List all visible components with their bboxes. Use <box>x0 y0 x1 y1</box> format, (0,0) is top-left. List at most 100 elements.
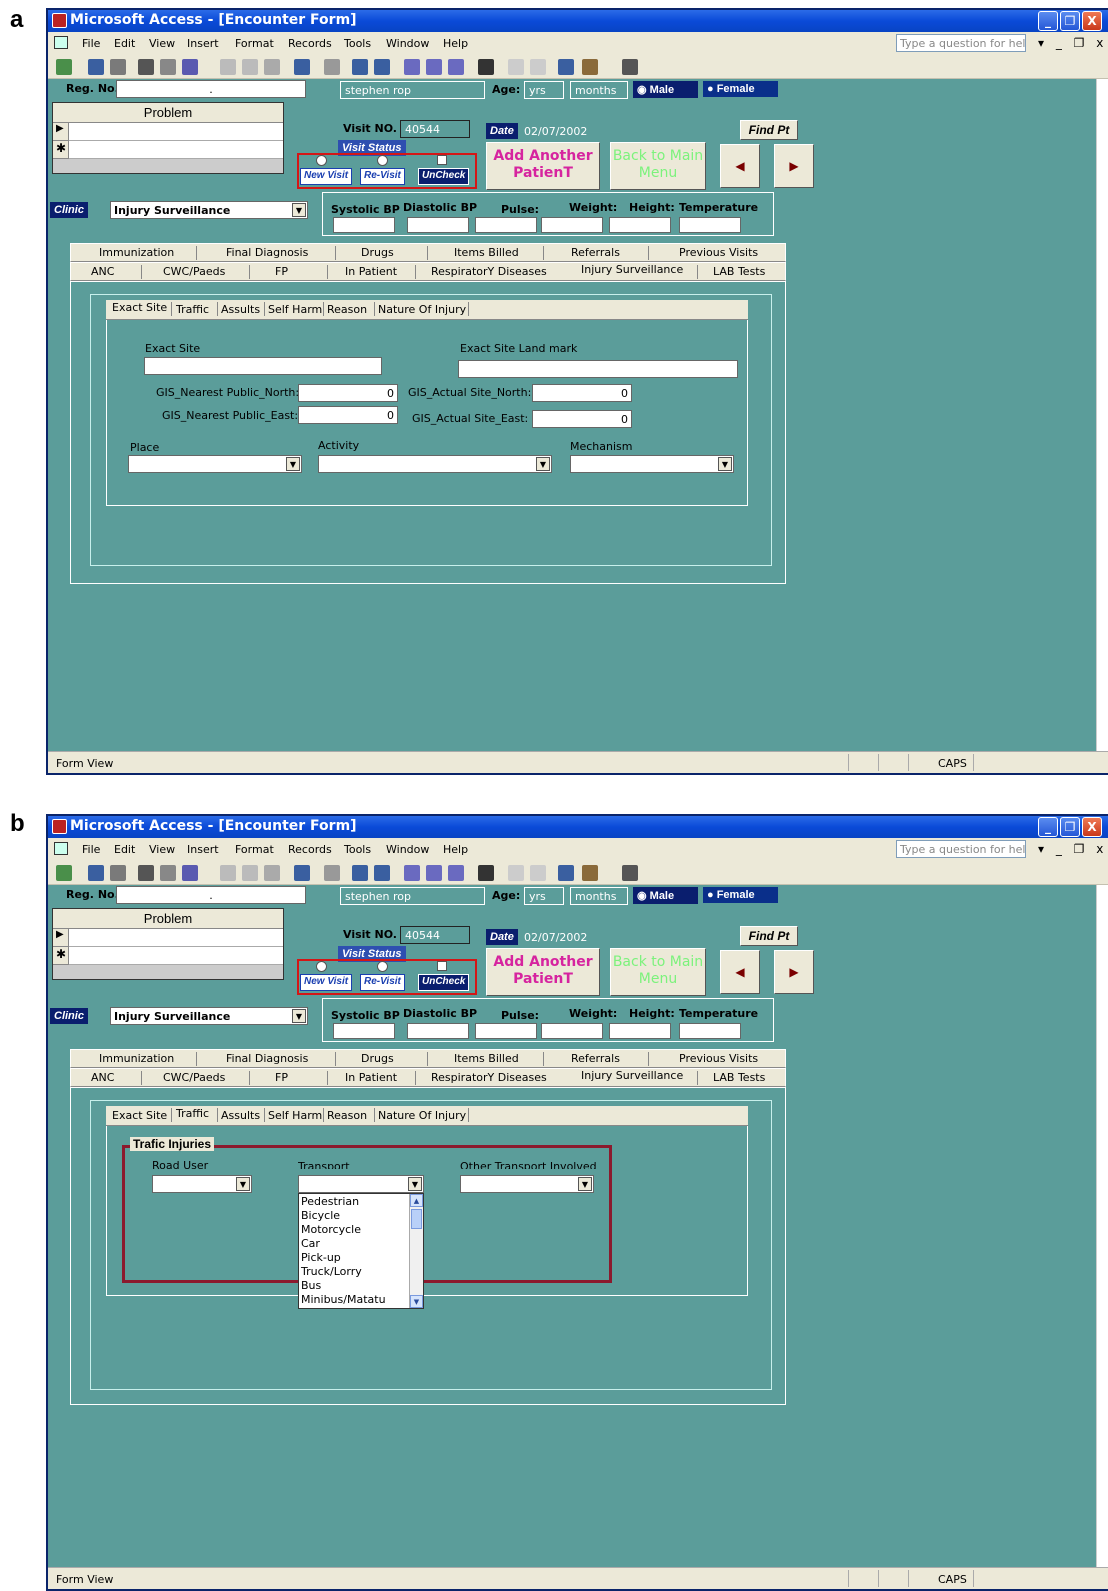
search-icon[interactable] <box>110 865 126 881</box>
scroll-thumb[interactable] <box>411 1209 422 1229</box>
transport-option-bus[interactable]: Bus <box>301 1279 321 1292</box>
new-visit-option[interactable]: New Visit <box>300 974 353 991</box>
back-to-main-menu-button[interactable]: Back to Main Menu <box>610 948 706 996</box>
menu-view[interactable]: View <box>149 37 175 50</box>
transport-option-truck-lorry[interactable]: Truck/Lorry <box>301 1265 362 1278</box>
visit-no-field[interactable]: 40544 <box>400 926 470 944</box>
mechanism-select[interactable]: ▼ <box>570 455 734 473</box>
title-bar[interactable]: Microsoft Access - [Encounter Form] _ ❐ … <box>48 10 1108 32</box>
re-visit-radio[interactable] <box>377 155 388 166</box>
new-record-icon[interactable] <box>508 59 524 75</box>
tab-lab-tests[interactable]: LAB Tests <box>713 265 765 278</box>
view-icon[interactable] <box>56 865 72 881</box>
sort-ascending-icon[interactable] <box>352 59 368 75</box>
next-record-button[interactable]: ▶ <box>774 950 814 994</box>
re-visit-option[interactable]: Re-Visit <box>360 974 405 991</box>
paste-icon[interactable] <box>264 59 280 75</box>
scroll-up-icon[interactable]: ▲ <box>410 1194 423 1207</box>
menu-format[interactable]: Format <box>235 843 274 856</box>
filter-selection-icon[interactable] <box>404 59 420 75</box>
subtab-traffic[interactable]: Traffic <box>176 1107 209 1120</box>
problem-new-row[interactable] <box>69 141 283 159</box>
print-preview-icon[interactable] <box>160 59 176 75</box>
tab-final-diagnosis[interactable]: Final Diagnosis <box>226 1052 308 1065</box>
title-bar[interactable]: Microsoft Access - [Encounter Form] _ ❐ … <box>48 816 1108 838</box>
tab-in-patient[interactable]: In Patient <box>345 1071 397 1084</box>
subtab-nature-of-injury[interactable]: Nature Of Injury <box>378 1109 466 1122</box>
tab-drugs[interactable]: Drugs <box>361 1052 394 1065</box>
age-years-field[interactable]: yrs <box>524 887 564 905</box>
undo-icon[interactable] <box>294 59 310 75</box>
chevron-down-icon[interactable]: ▼ <box>408 1177 422 1191</box>
menu-help[interactable]: Help <box>443 37 468 50</box>
add-another-patient-button[interactable]: Add Another PatienT <box>486 948 600 996</box>
subtab-exact-site[interactable]: Exact Site <box>112 1109 167 1122</box>
menu-insert[interactable]: Insert <box>187 843 219 856</box>
weight-input[interactable] <box>541 217 603 233</box>
tab-cwc-paeds[interactable]: CWC/Paeds <box>163 265 225 278</box>
database-window-icon[interactable] <box>558 865 574 881</box>
save-icon[interactable] <box>88 59 104 75</box>
tab-referrals[interactable]: Referrals <box>571 1052 620 1065</box>
tab-respiratory-diseases[interactable]: RespiratorY Diseases <box>431 265 547 278</box>
tab-injury-surveillance[interactable]: Injury Surveillance <box>581 1069 683 1082</box>
cut-icon[interactable] <box>220 59 236 75</box>
problem-grid-scrollbar[interactable] <box>53 965 283 979</box>
form-icon[interactable] <box>54 842 68 855</box>
tab-respiratory-diseases[interactable]: RespiratorY Diseases <box>431 1071 547 1084</box>
problem-row[interactable] <box>69 929 283 947</box>
transport-option-minibus-matatu[interactable]: Minibus/Matatu <box>301 1293 386 1306</box>
minimize-button[interactable]: _ <box>1038 11 1058 31</box>
problem-row[interactable] <box>69 123 283 141</box>
sort-descending-icon[interactable] <box>374 865 390 881</box>
paste-icon[interactable] <box>264 865 280 881</box>
tab-referrals[interactable]: Referrals <box>571 246 620 259</box>
subtab-self-harm[interactable]: Self Harm <box>268 1109 322 1122</box>
female-option[interactable]: ● Female <box>703 887 778 903</box>
find-pt-button[interactable]: Find Pt <box>740 926 798 946</box>
gis-nearest-public-north-input[interactable]: 0 <box>298 384 398 402</box>
spelling-icon[interactable] <box>182 865 198 881</box>
road-user-select[interactable]: ▼ <box>152 1175 252 1193</box>
uncheck-checkbox[interactable] <box>437 961 447 971</box>
uncheck-checkbox[interactable] <box>437 155 447 165</box>
filter-form-icon[interactable] <box>426 59 442 75</box>
new-record-icon[interactable] <box>508 865 524 881</box>
patient-name-field[interactable]: stephen rop <box>340 887 485 905</box>
search-icon[interactable] <box>110 59 126 75</box>
spelling-icon[interactable] <box>182 59 198 75</box>
save-icon[interactable] <box>88 865 104 881</box>
dropdown-scrollbar[interactable]: ▲ ▼ <box>409 1194 423 1308</box>
mdi-controls[interactable]: ▾ _ ❐ x <box>1038 842 1107 856</box>
tab-cwc-paeds[interactable]: CWC/Paeds <box>163 1071 225 1084</box>
subtab-assults[interactable]: Assults <box>221 303 260 316</box>
transport-option-pickup[interactable]: Pick-up <box>301 1251 341 1264</box>
restore-button[interactable]: ❐ <box>1060 817 1080 837</box>
find-pt-button[interactable]: Find Pt <box>740 120 798 140</box>
problem-new-row[interactable] <box>69 947 283 965</box>
copy-icon[interactable] <box>242 59 258 75</box>
delete-record-icon[interactable] <box>530 865 546 881</box>
find-icon[interactable] <box>478 865 494 881</box>
apply-filter-icon[interactable] <box>448 59 464 75</box>
menu-insert[interactable]: Insert <box>187 37 219 50</box>
patient-name-field[interactable]: stephen rop <box>340 81 485 99</box>
cut-icon[interactable] <box>220 865 236 881</box>
hyperlink-icon[interactable] <box>324 865 340 881</box>
form-icon[interactable] <box>54 36 68 49</box>
menu-window[interactable]: Window <box>386 843 429 856</box>
tab-items-billed[interactable]: Items Billed <box>454 246 519 259</box>
new-record-icon[interactable]: ✱ <box>53 141 69 159</box>
gis-actual-site-north-input[interactable]: 0 <box>532 384 632 402</box>
filter-selection-icon[interactable] <box>404 865 420 881</box>
chevron-down-icon[interactable]: ▼ <box>292 1009 306 1023</box>
subtab-self-harm[interactable]: Self Harm <box>268 303 322 316</box>
menu-edit[interactable]: Edit <box>114 843 135 856</box>
tab-drugs[interactable]: Drugs <box>361 246 394 259</box>
hyperlink-icon[interactable] <box>324 59 340 75</box>
temperature-input[interactable] <box>679 1023 741 1039</box>
delete-record-icon[interactable] <box>530 59 546 75</box>
chevron-down-icon[interactable]: ▼ <box>286 457 300 471</box>
chevron-down-icon[interactable]: ▼ <box>236 1177 250 1191</box>
find-icon[interactable] <box>478 59 494 75</box>
